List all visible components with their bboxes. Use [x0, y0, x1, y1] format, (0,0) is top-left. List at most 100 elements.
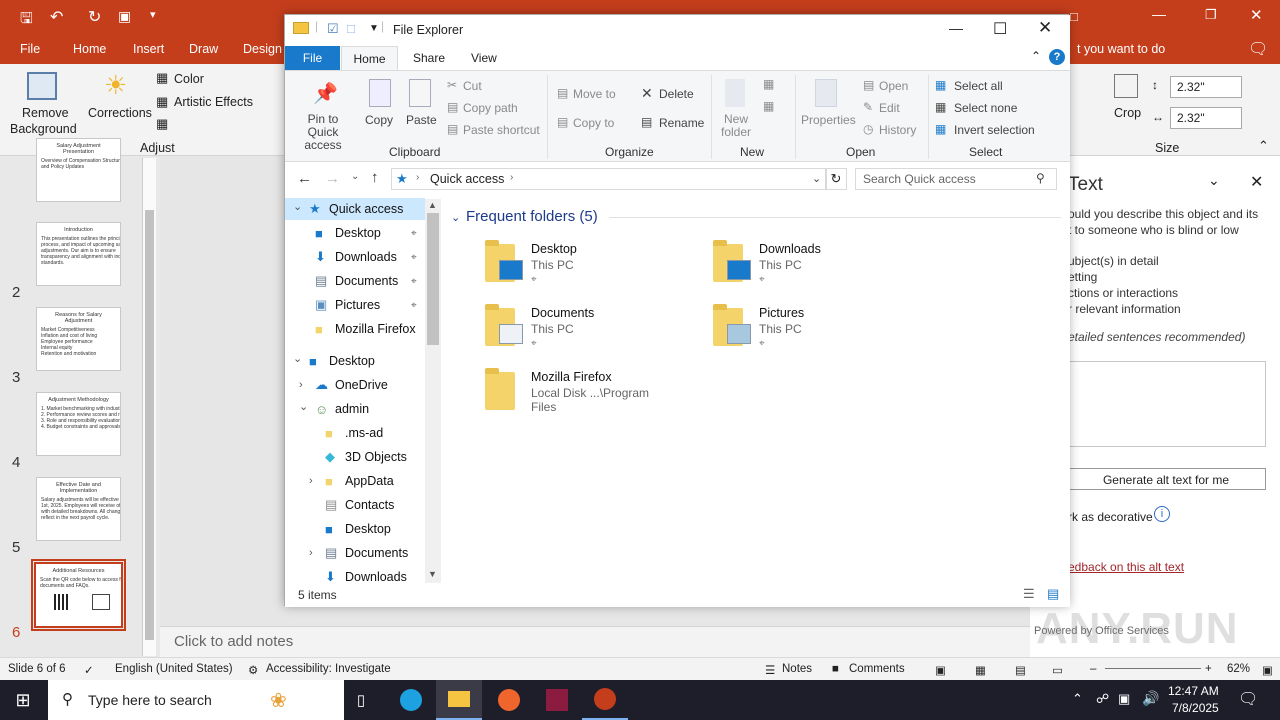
slide-thumbnail[interactable]: Adjustment Methodology 1. Market benchmar…: [36, 392, 121, 456]
nav-item[interactable]: › ☁ OneDrive: [285, 374, 425, 396]
language-label[interactable]: English (United States): [115, 663, 233, 675]
tab-file[interactable]: File: [285, 46, 340, 70]
slide-thumbnail[interactable]: Introduction This presentation outlines t…: [36, 222, 121, 286]
collapse-section-icon[interactable]: ⌄: [451, 211, 460, 224]
nav-item[interactable]: ■ Mozilla Firefox: [285, 318, 425, 340]
zoom-out-icon[interactable]: –: [1090, 663, 1096, 675]
slide-thumbnail[interactable]: Salary Adjustment Presentation Overview o…: [36, 138, 121, 202]
frequent-folder-item[interactable]: Pictures This PC ⌖: [669, 304, 889, 362]
tab-home[interactable]: Home: [73, 42, 106, 56]
paste-shortcut-button[interactable]: Paste shortcut: [463, 123, 540, 137]
undo-icon[interactable]: ↶: [50, 7, 63, 27]
fit-to-window-icon[interactable]: ▣: [1262, 663, 1273, 677]
present-icon[interactable]: ▣: [118, 8, 131, 25]
search-input[interactable]: Search Quick access ⚲: [855, 168, 1057, 190]
comments-icon[interactable]: 🗨: [1248, 39, 1268, 59]
chevron-right-icon[interactable]: ›: [299, 379, 303, 391]
remove-background-label-2[interactable]: Background: [10, 122, 77, 136]
info-icon[interactable]: i: [1154, 506, 1170, 522]
zoom-level[interactable]: 62%: [1227, 663, 1250, 675]
frequent-folder-item[interactable]: Mozilla Firefox Local Disk ...\Program Fi…: [441, 368, 661, 426]
slide-thumbnail[interactable]: Effective Date and Implementation Salary …: [36, 477, 121, 541]
firefox-button[interactable]: [486, 680, 532, 720]
zoom-in-icon[interactable]: +: [1205, 663, 1212, 675]
edge-button[interactable]: [388, 680, 434, 720]
task-view-button[interactable]: ▯: [338, 680, 384, 720]
nav-item[interactable]: ■ Desktop ⌖: [285, 222, 425, 244]
copy-to-button[interactable]: Copy to: [573, 116, 614, 130]
nav-item[interactable]: ⌄ ■ Desktop: [285, 350, 425, 372]
collapse-ribbon-icon[interactable]: ⌃: [1258, 138, 1269, 154]
scroll-down-icon[interactable]: ▼: [428, 569, 437, 579]
nav-item[interactable]: ■ Desktop: [285, 518, 425, 540]
start-button[interactable]: ⊞: [0, 680, 46, 720]
nav-item[interactable]: ⌄ ★ Quick access: [285, 198, 425, 220]
volume-icon[interactable]: 🔊: [1142, 690, 1159, 707]
new-folder-qat-icon[interactable]: □: [347, 21, 355, 36]
details-view-icon[interactable]: ☰: [1023, 586, 1035, 602]
zoom-slider[interactable]: [1105, 668, 1201, 669]
notifications-icon[interactable]: 🗨: [1238, 689, 1258, 709]
close-icon[interactable]: ✕: [1038, 18, 1052, 38]
rename-button[interactable]: Rename: [659, 116, 704, 130]
chevron-right-icon[interactable]: ›: [309, 475, 313, 487]
easy-access-icon[interactable]: ▦: [763, 99, 774, 113]
new-folder-button[interactable]: New folder: [717, 113, 755, 139]
comments-button[interactable]: Comments: [849, 663, 905, 675]
edit-button[interactable]: Edit: [879, 101, 900, 115]
generate-alt-text-button[interactable]: Generate alt text for me: [1066, 468, 1266, 490]
properties-qat-icon[interactable]: ☑: [327, 21, 339, 37]
open-button[interactable]: Open: [879, 79, 908, 93]
tab-design[interactable]: Design: [243, 42, 282, 56]
network-activity-icon[interactable]: ☍: [1096, 691, 1109, 707]
nav-item[interactable]: › ■ AppData: [285, 470, 425, 492]
minimize-ribbon-icon[interactable]: ⌃: [1031, 49, 1041, 63]
copy-path-button[interactable]: Copy path: [463, 101, 518, 115]
nav-item[interactable]: ▤ Documents ⌖: [285, 270, 425, 292]
maximize-icon[interactable]: ☐: [993, 19, 1007, 39]
copy-button[interactable]: Copy: [365, 113, 393, 127]
pin-to-quick-access-button[interactable]: Pin to Quick access: [293, 113, 353, 152]
frequent-folder-item[interactable]: Documents This PC ⌖: [441, 304, 661, 362]
frequent-folder-item[interactable]: Downloads This PC ⌖: [669, 240, 889, 298]
select-all-button[interactable]: Select all: [954, 79, 1003, 93]
artistic-effects-button[interactable]: Artistic Effects: [174, 95, 253, 109]
nav-item[interactable]: ▤ Contacts: [285, 494, 425, 516]
new-item-icon[interactable]: ▦: [763, 77, 774, 91]
refresh-icon[interactable]: ↻: [825, 168, 847, 190]
pane-options-icon[interactable]: ⌄: [1208, 172, 1220, 189]
customize-icon[interactable]: ▾: [150, 8, 156, 21]
ribbon-display-icon[interactable]: □: [1070, 9, 1078, 24]
taskbar-search-box[interactable]: ⚲ Type here to search ❀: [48, 680, 344, 720]
nav-item[interactable]: ■ .ms-ad: [285, 422, 425, 444]
pane-close-icon[interactable]: ✕: [1250, 172, 1263, 192]
address-dropdown-icon[interactable]: ⌄: [812, 172, 821, 185]
paste-button[interactable]: Paste: [406, 113, 437, 127]
forward-icon[interactable]: →: [325, 170, 340, 187]
slide-sorter-icon[interactable]: ▦: [975, 663, 986, 677]
save-icon[interactable]: 🖫: [20, 8, 33, 33]
chevron-down-icon[interactable]: ⌄: [299, 400, 308, 413]
corrections-button[interactable]: Corrections: [88, 106, 152, 120]
accessibility-status[interactable]: Accessibility: Investigate: [266, 663, 391, 675]
spelling-icon[interactable]: ✓: [84, 663, 94, 677]
minimize-icon[interactable]: —: [1152, 6, 1166, 22]
file-explorer-taskbar-button[interactable]: [436, 680, 482, 720]
notes-area[interactable]: Click to add notes: [160, 626, 1030, 657]
up-icon[interactable]: ↑: [371, 169, 379, 186]
scroll-thumb[interactable]: [427, 213, 439, 345]
clock-date[interactable]: 7/8/2025: [1172, 701, 1219, 715]
delete-button[interactable]: Delete: [659, 87, 694, 101]
chevron-down-icon[interactable]: ⌄: [293, 200, 302, 213]
tab-draw[interactable]: Draw: [189, 42, 218, 56]
customize-qat-icon[interactable]: ▼: [369, 23, 379, 34]
close-icon[interactable]: ✕: [1250, 6, 1263, 24]
cut-button[interactable]: Cut: [463, 79, 482, 93]
frequent-folders-header[interactable]: Frequent folders (5): [466, 208, 598, 225]
large-icons-view-icon[interactable]: ▤: [1047, 586, 1059, 602]
tab-view[interactable]: View: [471, 51, 497, 65]
winrar-button[interactable]: [534, 680, 580, 720]
frequent-folder-item[interactable]: Desktop This PC ⌖: [441, 240, 661, 298]
reading-view-icon[interactable]: ▤: [1015, 663, 1026, 677]
color-button[interactable]: Color: [174, 72, 204, 86]
